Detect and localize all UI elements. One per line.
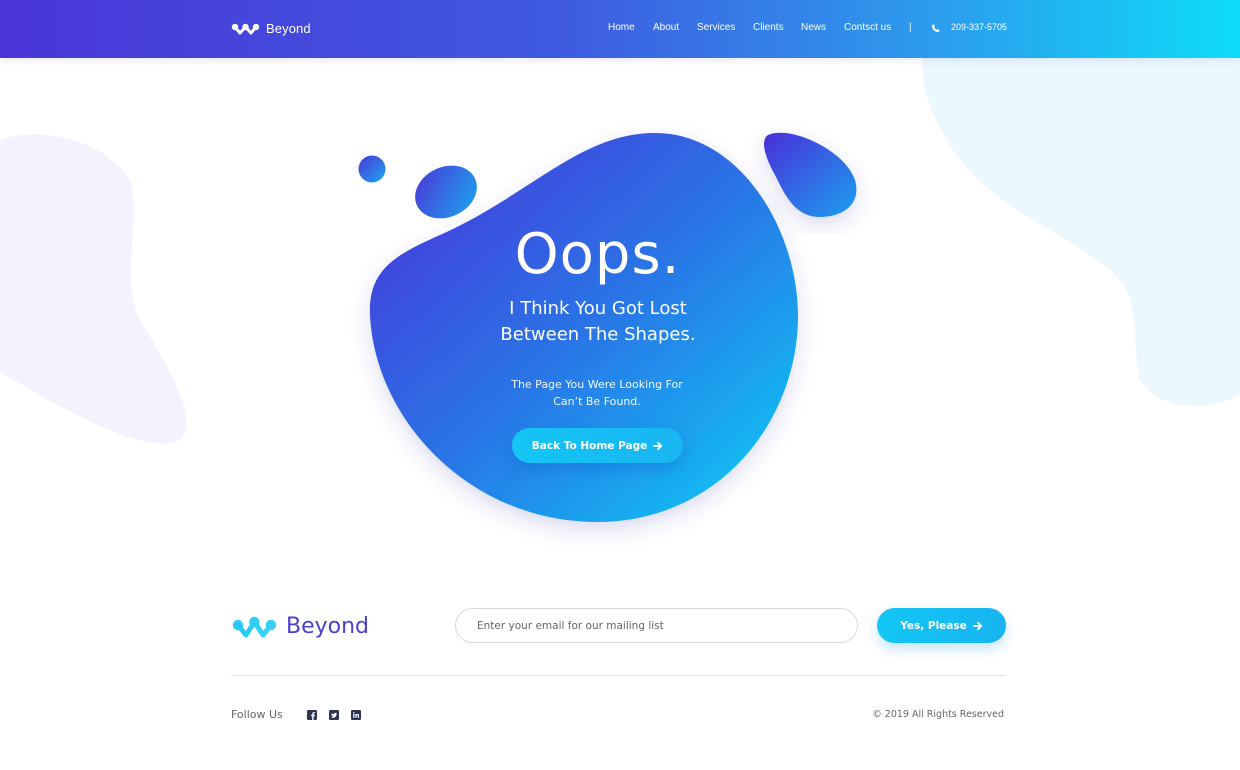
footer-brand-logo[interactable]: Beyond: [231, 612, 369, 641]
mailing-list-email-input[interactable]: [455, 608, 858, 643]
nav-item-services[interactable]: Services: [697, 22, 735, 33]
footer-brand-name: Beyond: [286, 614, 370, 639]
error-description-line-1: The Page You Were Looking For: [511, 378, 683, 391]
error-subtitle-line-1: I Think You Got Lost: [509, 298, 687, 319]
error-subtitle: I Think You Got Lost Between The Shapes.: [473, 296, 723, 348]
nav-item-news[interactable]: News: [801, 22, 826, 33]
main-nav: Home About Services Clients News Contsct…: [0, 22, 1240, 36]
error-description-line-2: Can’t Be Found.: [553, 395, 641, 408]
twitter-icon[interactable]: [329, 710, 339, 720]
linkedin-icon[interactable]: [351, 710, 361, 720]
phone-icon: [931, 24, 940, 33]
page-footer: Beyond Yes, Please Follow Us © 2019 All …: [0, 580, 1240, 770]
facebook-icon[interactable]: [307, 710, 317, 720]
subscribe-button[interactable]: Yes, Please: [877, 608, 1006, 643]
top-navbar: Beyond Home About Services Clients News …: [0, 0, 1240, 58]
error-hero: Oops. I Think You Got Lost Between The S…: [0, 0, 1240, 560]
error-description: The Page You Were Looking For Can’t Be F…: [482, 376, 712, 410]
follow-us-label: Follow Us: [231, 708, 283, 721]
back-to-home-label: Back To Home Page: [531, 439, 648, 452]
nav-item-home[interactable]: Home: [608, 22, 635, 33]
nav-item-clients[interactable]: Clients: [753, 22, 784, 33]
nav-item-contact[interactable]: Contsct us: [844, 22, 891, 33]
nav-item-about[interactable]: About: [653, 22, 679, 33]
arrow-right-icon: [972, 621, 982, 630]
arrow-right-icon: [653, 441, 663, 450]
beyond-logo-icon: [232, 616, 277, 638]
copyright-text: © 2019 All Rights Reserved: [872, 709, 1004, 720]
phone-number[interactable]: 209-337-5705: [951, 22, 1007, 32]
footer-divider: [231, 675, 1006, 676]
nav-separator: |: [909, 22, 912, 33]
subscribe-button-label: Yes, Please: [900, 619, 967, 632]
error-heading: Oops.: [514, 222, 681, 287]
back-to-home-button[interactable]: Back To Home Page: [512, 428, 683, 463]
error-subtitle-line-2: Between The Shapes.: [500, 324, 696, 345]
